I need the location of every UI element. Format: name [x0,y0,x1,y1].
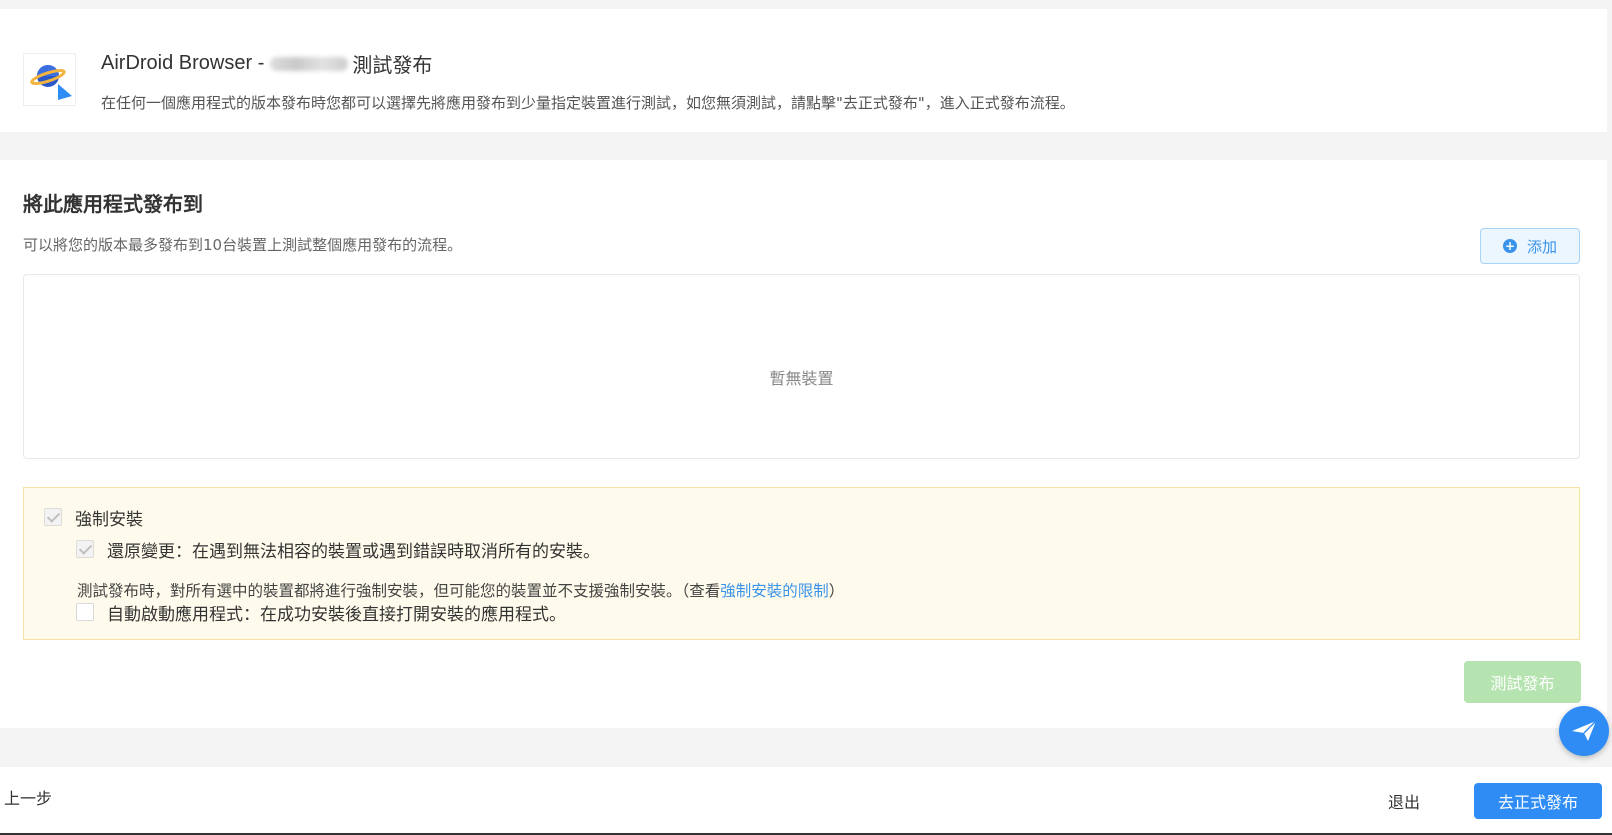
add-device-label: 添加 [1526,237,1557,256]
footer-bar: 上一步 退出 去正式發布 [0,767,1612,835]
app-name: AirDroid Browser - [101,52,265,74]
go-publish-button[interactable]: 去正式發布 [1474,783,1602,819]
revert-changes-checkbox[interactable] [76,540,94,558]
install-options-panel: 強制安裝 還原變更：在遇到無法相容的裝置或遇到錯誤時取消所有的安裝。 測試發布時… [23,487,1580,640]
auto-launch-label: 自動啟動應用程式：在成功安裝後直接打開安裝的應用程式。 [107,605,566,625]
empty-state-text: 暫無裝置 [769,369,834,388]
previous-step-button[interactable]: 上一步 [4,785,52,809]
version-redacted [270,56,349,71]
exit-button[interactable]: 退出 [1388,789,1420,813]
auto-launch-checkbox[interactable] [76,603,94,621]
paper-plane-icon [1572,720,1597,741]
title-suffix: 測試發布 [352,55,433,77]
note-suffix: ） [828,582,845,600]
device-list: 暫無裝置 [23,274,1580,459]
note-prefix: 測試發布時，對所有選中的裝置都將進行強制安裝，但可能您的裝置並不支援強制安裝。（… [77,582,721,600]
force-install-note: 測試發布時，對所有選中的裝置都將進行強制安裝，但可能您的裝置並不支援強制安裝。（… [77,579,844,601]
plus-circle-icon: + [1502,239,1517,253]
app-header: AirDroid Browser - 測試發布 在任何一個應用程式的版本發布時您… [0,9,1607,132]
section-description: 可以將您的版本最多發布到10台裝置上測試整個應用發布的流程。 [23,236,463,254]
test-publish-card: 將此應用程式發布到 可以將您的版本最多發布到10台裝置上測試整個應用發布的流程。… [0,160,1607,728]
force-install-limits-link[interactable]: 強制安裝的限制 [720,582,829,600]
revert-changes-label: 還原變更：在遇到無法相容的裝置或遇到錯誤時取消所有的安裝。 [107,542,600,562]
force-install-label: 強制安裝 [75,510,143,530]
force-install-checkbox[interactable] [44,508,62,526]
app-logo-icon [23,53,76,106]
send-feedback-button[interactable] [1559,706,1609,756]
header-description: 在任何一個應用程式的版本發布時您都可以選擇先將應用發布到少量指定裝置進行測試，如… [101,94,1075,112]
test-publish-button[interactable]: 測試發布 [1464,661,1581,703]
page-title: AirDroid Browser - 測試發布 [101,49,432,78]
add-device-button[interactable]: + 添加 [1480,228,1580,264]
section-title: 將此應用程式發布到 [23,192,203,216]
